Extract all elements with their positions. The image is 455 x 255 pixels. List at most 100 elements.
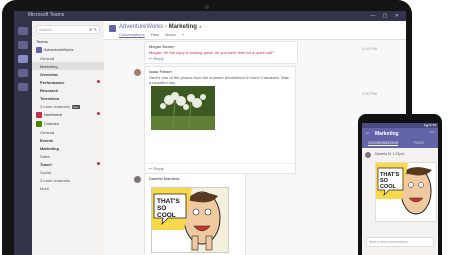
- laptop-frame: Microsoft Teams — ▢ ✕ Search ⊕ ✎ Teams A…: [2, 0, 412, 255]
- sidebar-channel[interactable]: 3 more channels New: [32, 102, 104, 110]
- teams-window: Microsoft Teams — ▢ ✕ Search ⊕ ✎ Teams A…: [14, 11, 406, 255]
- new-chat-icon[interactable]: ⊕ ✎: [89, 26, 97, 33]
- message-author: Megan Bowen: [149, 44, 175, 49]
- phone-channel-title: Marketing: [375, 131, 399, 137]
- message-timestamp: 2:16 PM: [362, 46, 377, 51]
- more-options-icon[interactable]: ⋯: [429, 129, 435, 136]
- channel-sidebar: Search ⊕ ✎ Teams AdventureWorks General Ma…: [32, 21, 105, 255]
- sidebar-item-label: Research: [40, 87, 59, 93]
- reply-button[interactable]: ↩ Reply: [145, 56, 297, 63]
- window-title: Microsoft Teams: [28, 12, 65, 18]
- channel-tabs: Conversations Files Notes +: [119, 32, 189, 37]
- sidebar-item-label: Marketing: [40, 145, 59, 151]
- sidebar-team[interactable]: AdventureWorks: [32, 45, 104, 54]
- back-arrow-icon[interactable]: ←: [365, 130, 371, 136]
- phone-frame: ▾◢ 12:30 ← Marketing ⋯ CONVERSATIONS FIL…: [358, 114, 442, 255]
- message-timestamp: 2:20 PM: [362, 91, 377, 96]
- sidebar-channel[interactable]: Travel: [32, 160, 104, 168]
- comic-text-line2: SO: [157, 205, 166, 212]
- channel-menu-icon[interactable]: ···: [204, 24, 208, 29]
- sidebar-item-label: AdventureWorks: [44, 46, 74, 52]
- chat-icon[interactable]: [18, 41, 28, 49]
- sidebar-item-label: Social: [40, 169, 51, 175]
- sidebar-item-label: 3 more channels: [40, 177, 70, 183]
- sidebar-channel[interactable]: Research: [32, 86, 104, 94]
- phone-comic-text-line3: COOL: [380, 184, 397, 190]
- sidebar-channel[interactable]: Events: [32, 136, 104, 144]
- channel-header: AdventureWorks › Marketing ★ ··· Convers…: [104, 21, 406, 40]
- phone-tab-files[interactable]: FILES: [414, 141, 424, 145]
- sidebar-channel[interactable]: Performance: [32, 78, 104, 86]
- channel-title: AdventureWorks › Marketing ★ ···: [119, 24, 208, 30]
- sidebar-channel[interactable]: Sales: [32, 152, 104, 160]
- phone-tabs: CONVERSATIONS FILES: [362, 140, 438, 148]
- sidebar-item-label: More: [40, 185, 50, 191]
- avatar: [134, 176, 141, 183]
- sidebar-channel[interactable]: General: [32, 54, 104, 62]
- sidebar-team[interactable]: Northwind: [32, 110, 104, 119]
- flower-photo[interactable]: [151, 86, 215, 130]
- teams-section-label: Teams: [36, 38, 48, 44]
- message-card: Megan Bowen Megan: Hi! the copy is looki…: [144, 41, 298, 64]
- avatar: [365, 152, 371, 158]
- tab-files[interactable]: Files: [151, 32, 159, 37]
- tab-notes[interactable]: Notes: [165, 32, 175, 37]
- webcam: [205, 5, 209, 9]
- sidebar-item-label: Performance: [40, 79, 65, 85]
- sidebar-channel[interactable]: Marketing: [32, 144, 104, 152]
- search-input[interactable]: Search ⊕ ✎: [36, 25, 100, 34]
- message-author: Daniela Mandera: [149, 176, 180, 181]
- sidebar-more[interactable]: More: [32, 184, 104, 192]
- sidebar-channel[interactable]: 3 more channels: [32, 176, 104, 184]
- message-card: Daniela Mandera THAT'S SO COOL: [144, 173, 246, 255]
- sidebar-item-label: Marketing: [40, 63, 58, 69]
- reply-button[interactable]: ↩ Reply: [145, 163, 295, 173]
- phone-header: ← Marketing ⋯: [362, 128, 438, 140]
- notification-dot-icon: [97, 112, 100, 115]
- meetings-icon[interactable]: [18, 69, 28, 77]
- favorite-star-icon[interactable]: ★: [199, 24, 203, 29]
- sidebar-channel[interactable]: General: [32, 128, 104, 136]
- activity-icon[interactable]: [18, 27, 28, 35]
- sidebar-channel[interactable]: Marketing: [32, 62, 104, 70]
- files-icon[interactable]: [18, 83, 28, 91]
- notification-dot-icon: [97, 162, 100, 165]
- team-avatar: [109, 25, 116, 32]
- sidebar-item-label: General: [40, 55, 55, 61]
- sidebar-item-label: Northwind: [44, 111, 63, 117]
- sidebar-item-label: Television: [40, 95, 60, 101]
- message-text: Here's one of the photos from the summer…: [149, 75, 289, 85]
- sidebar-channel[interactable]: Overview: [32, 70, 104, 78]
- phone-compose-input[interactable]: Start a new conversation: [366, 237, 434, 247]
- message-author: Isaac Fielder: [149, 69, 172, 74]
- sidebar-team[interactable]: Contoso: [32, 119, 104, 128]
- sidebar-item-label: General: [40, 129, 55, 135]
- message-card: Isaac Fielder Here's one of the photos f…: [144, 66, 296, 174]
- comic-text-line3: COOL: [157, 212, 176, 219]
- comic-sticker[interactable]: THAT'S SO COOL: [151, 187, 229, 253]
- window-controls[interactable]: — ▢ ✕: [370, 13, 402, 19]
- message-text: Megan: Hi! the copy is looking great. do…: [149, 50, 275, 55]
- sidebar-list: AdventureWorks General Marketing Overview Pe…: [32, 45, 104, 192]
- phone-comic-sticker[interactable]: THAT'S SO COOL: [375, 162, 437, 222]
- phone-conversation: Daniela M. 1:21pm THAT'S SO COOL Start a…: [362, 148, 438, 255]
- team-avatar: [36, 120, 42, 127]
- phone-screen: ▾◢ 12:30 ← Marketing ⋯ CONVERSATIONS FIL…: [362, 123, 438, 255]
- tab-conversations[interactable]: Conversations: [119, 32, 145, 37]
- teams-icon[interactable]: [18, 55, 28, 63]
- channel-name: Marketing: [168, 24, 197, 30]
- phone-tab-conversations[interactable]: CONVERSATIONS: [368, 141, 399, 146]
- team-avatar: [36, 111, 42, 118]
- comic-text-line1: THAT'S: [157, 198, 180, 205]
- search-placeholder: Search: [39, 27, 52, 32]
- sidebar-channel[interactable]: Social: [32, 168, 104, 176]
- phone-message-author: Daniela M. 1:21pm: [375, 152, 405, 156]
- tab-add[interactable]: +: [182, 32, 184, 37]
- sidebar-item-label: Travel: [40, 161, 52, 167]
- team-name[interactable]: AdventureWorks: [119, 24, 163, 30]
- sidebar-item-label: 3 more channels: [40, 103, 70, 109]
- sidebar-channel[interactable]: Television: [32, 94, 104, 102]
- app-rail: [14, 21, 32, 255]
- notification-dot-icon: [97, 80, 100, 83]
- avatar: [134, 69, 141, 76]
